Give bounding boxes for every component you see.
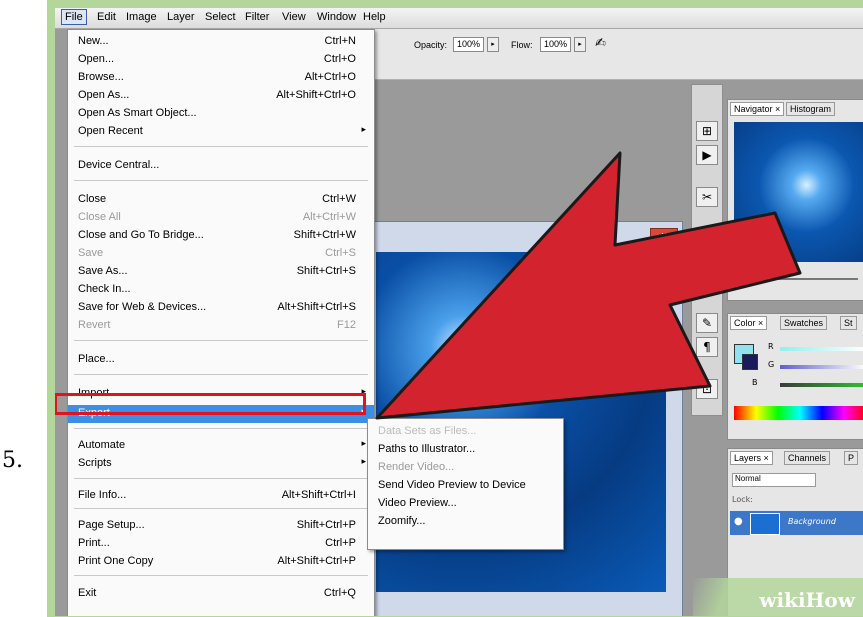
arrow-shape [375,151,802,420]
step-number: 5. [2,448,23,473]
photoshop-window: File Edit Image Layer Select Filter View… [55,8,863,616]
pointer-arrow [375,151,802,420]
screenshot-frame: File Edit Image Layer Select Filter View… [47,0,863,617]
watermark: wikiHow [693,578,863,616]
wikihow-logo: wikiHow [759,588,855,612]
